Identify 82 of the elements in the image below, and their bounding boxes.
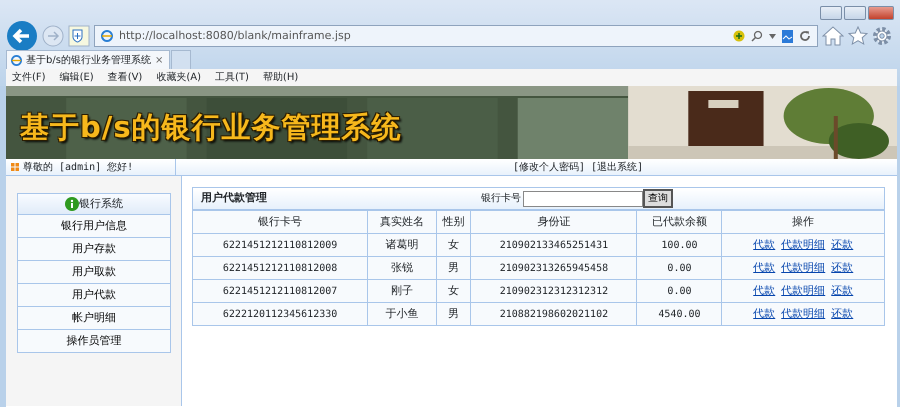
shield-icon[interactable] — [68, 25, 90, 47]
menu-item[interactable]: 文件(F) — [12, 70, 46, 85]
minimize-button[interactable] — [820, 6, 842, 20]
sidebar-item[interactable]: 操作员管理 — [17, 330, 171, 353]
close-button[interactable] — [868, 6, 894, 20]
new-tab-button[interactable] — [171, 50, 192, 70]
address-bar[interactable]: http://localhost:8080/blank/mainframe.jsp — [94, 25, 818, 47]
action-link[interactable]: 代款明细 — [781, 238, 826, 251]
table-cell: 诸葛明 — [368, 234, 436, 256]
column-header: 真实姓名 — [368, 210, 436, 234]
search-label: 银行卡号 — [481, 192, 521, 206]
table-cell: 210882198602021102 — [470, 302, 637, 326]
tab-close-button[interactable]: × — [154, 53, 164, 68]
action-link[interactable]: 代款明细 — [781, 306, 826, 320]
url-text: http://localhost:8080/blank/mainframe.jsp — [119, 28, 352, 44]
header-link[interactable]: [修改个人密码] — [513, 160, 586, 174]
back-icon[interactable] — [6, 20, 38, 52]
card-number-field[interactable] — [523, 190, 643, 206]
action-link[interactable]: 还款 — [831, 238, 854, 251]
star-icon[interactable] — [848, 26, 868, 46]
page-icon — [11, 55, 22, 66]
table-cell: 210902313265945458 — [470, 256, 637, 280]
action-link[interactable]: 代款明细 — [781, 260, 826, 274]
action-link[interactable]: 代款 — [753, 238, 776, 251]
info-icon — [65, 197, 79, 211]
table-cell: 刚子 — [368, 280, 436, 302]
browser-tab[interactable]: 基于b/s的银行业务管理系统 × — [6, 50, 170, 70]
tab-title: 基于b/s的银行业务管理系统 — [26, 54, 151, 68]
table-cell: 0.00 — [636, 256, 722, 280]
caret-icon[interactable] — [769, 34, 776, 38]
action-link[interactable]: 还款 — [831, 284, 854, 297]
table-cell: 于小鱼 — [368, 302, 436, 326]
table-cell: 男 — [436, 302, 471, 326]
menu-item[interactable]: 编辑(E) — [60, 70, 94, 85]
table-cell: 100.00 — [636, 234, 722, 256]
settings-icon[interactable] — [872, 26, 892, 46]
sidebar-item[interactable]: 用户取款 — [17, 261, 171, 284]
grid-icon — [11, 163, 19, 171]
column-header: 银行卡号 — [192, 210, 368, 234]
table-cell: 男 — [436, 256, 471, 280]
sidebar-item[interactable]: 银行用户信息 — [17, 215, 171, 238]
maximize-button[interactable] — [844, 6, 866, 20]
table-cell: 6222120112345612330 — [192, 302, 368, 326]
add-icon[interactable] — [733, 30, 745, 42]
table-cell: 210902312312312312 — [470, 280, 637, 302]
action-link[interactable]: 还款 — [831, 260, 854, 274]
banner-title: 基于b/s的银行业务管理系统 — [20, 109, 402, 146]
search-button[interactable]: 查询 — [643, 189, 673, 208]
greeting-text: 尊敬的 [admin] 您好! — [23, 160, 134, 174]
sidebar-title: 银行系统 — [79, 196, 123, 212]
sidebar-item[interactable]: 用户存款 — [17, 238, 171, 261]
action-link[interactable]: 代款明细 — [781, 284, 826, 297]
menu-item[interactable]: 工具(T) — [215, 70, 249, 85]
table-cell: 4540.00 — [636, 302, 722, 326]
table-cell: 6221451212110812007 — [192, 280, 368, 302]
refresh-icon[interactable] — [799, 30, 811, 42]
column-header: 已代款余额 — [636, 210, 722, 234]
menu-item[interactable]: 帮助(H) — [262, 70, 298, 85]
action-link[interactable]: 代款 — [753, 284, 776, 297]
search-icon[interactable] — [751, 30, 763, 42]
table-cell: 6221451212110812009 — [192, 234, 368, 256]
table-cell: 女 — [436, 280, 471, 302]
column-header: 身份证 — [470, 210, 637, 234]
header-link[interactable]: [退出系统] — [591, 160, 644, 174]
table-cell: 210902133465251431 — [470, 234, 637, 256]
column-header: 操作 — [722, 210, 884, 234]
sidebar-item[interactable]: 帐户明细 — [17, 307, 171, 330]
page-icon — [101, 30, 113, 42]
action-link[interactable]: 代款 — [753, 260, 776, 274]
column-header: 性别 — [436, 210, 471, 234]
table-cell: 0.00 — [636, 280, 722, 302]
table-cell: 女 — [436, 234, 471, 256]
action-link[interactable]: 还款 — [831, 306, 854, 320]
home-icon[interactable] — [822, 26, 844, 46]
table-cell: 6221451212110812008 — [192, 256, 368, 280]
table-cell: 张锐 — [368, 256, 436, 280]
action-link[interactable]: 代款 — [753, 306, 776, 320]
sidebar-item[interactable]: 用户代款 — [17, 284, 171, 307]
menu-item[interactable]: 收藏夹(A) — [156, 70, 201, 85]
menu-item[interactable]: 查看(V) — [108, 70, 142, 85]
panel-title: 用户代款管理 — [201, 190, 268, 206]
document-icon[interactable] — [782, 30, 793, 42]
